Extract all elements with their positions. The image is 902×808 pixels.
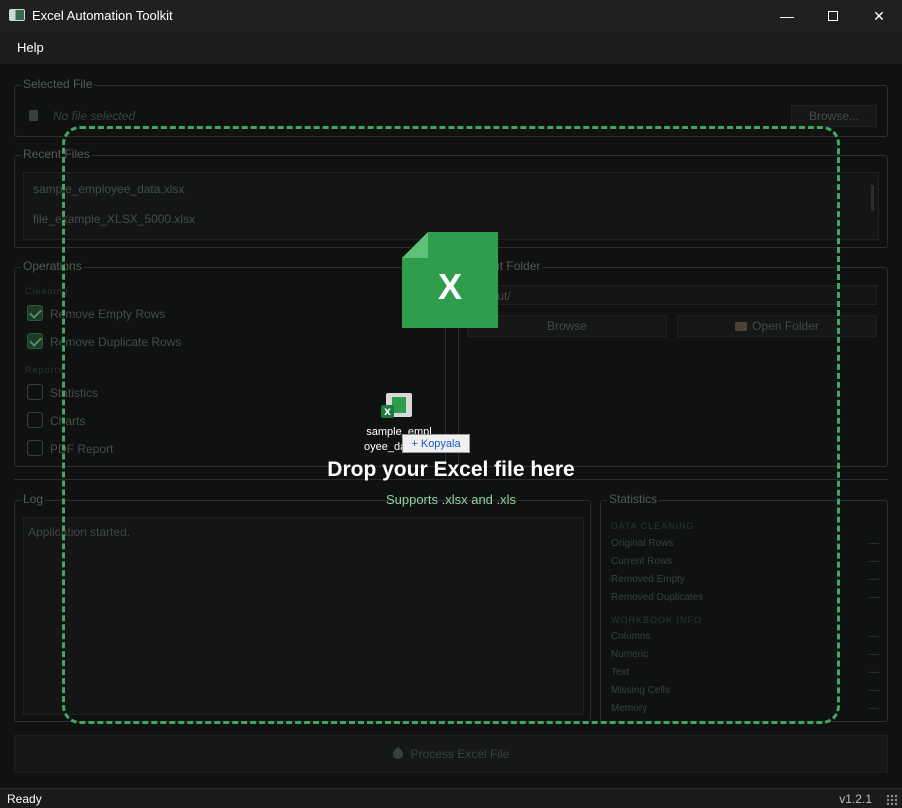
app-icon	[9, 9, 25, 21]
selected-file-title: Selected File	[21, 77, 95, 91]
rocket-icon	[390, 746, 405, 762]
drop-zone[interactable]	[62, 126, 840, 724]
copy-tooltip: + Kopyala	[402, 434, 470, 453]
menu-bar: Help	[0, 32, 902, 64]
process-button-label: Process Excel File	[410, 747, 510, 761]
title-bar: Excel Automation Toolkit — ✕	[0, 0, 902, 32]
process-excel-button[interactable]: Process Excel File	[14, 735, 888, 773]
svg-text:X: X	[384, 408, 391, 418]
log-title: Log	[21, 492, 46, 506]
close-button[interactable]: ✕	[856, 0, 902, 32]
maximize-icon	[828, 11, 838, 21]
drop-subtitle: Supports .xlsx and .xls	[385, 492, 517, 507]
pdf-report-checkbox[interactable]	[27, 440, 43, 456]
list-scrollbar[interactable]	[871, 185, 874, 211]
drop-title: Drop your Excel file here	[327, 458, 575, 481]
maximize-button[interactable]	[810, 0, 856, 32]
window-title: Excel Automation Toolkit	[32, 8, 173, 23]
version-label: v1.2.1	[839, 792, 872, 806]
excel-letter: X	[437, 266, 462, 307]
menu-help[interactable]: Help	[17, 40, 44, 55]
remove-empty-rows-checkbox[interactable]	[27, 305, 43, 321]
minimize-icon: —	[780, 8, 794, 24]
status-bar: Ready v1.2.1	[0, 788, 902, 808]
dragged-file-icon: X	[381, 393, 412, 418]
browse-file-button[interactable]: Browse...	[791, 105, 877, 127]
resize-grip-icon[interactable]	[886, 794, 898, 806]
minimize-button[interactable]: —	[764, 0, 810, 32]
reports-section-label: Reports	[25, 365, 64, 375]
selected-file-field: No file selected	[53, 109, 136, 123]
status-text: Ready	[7, 792, 42, 806]
close-icon: ✕	[873, 7, 885, 24]
statistics-checkbox[interactable]	[27, 384, 43, 400]
charts-checkbox[interactable]	[27, 412, 43, 428]
remove-duplicate-rows-checkbox[interactable]	[27, 333, 43, 349]
file-icon	[29, 110, 38, 121]
